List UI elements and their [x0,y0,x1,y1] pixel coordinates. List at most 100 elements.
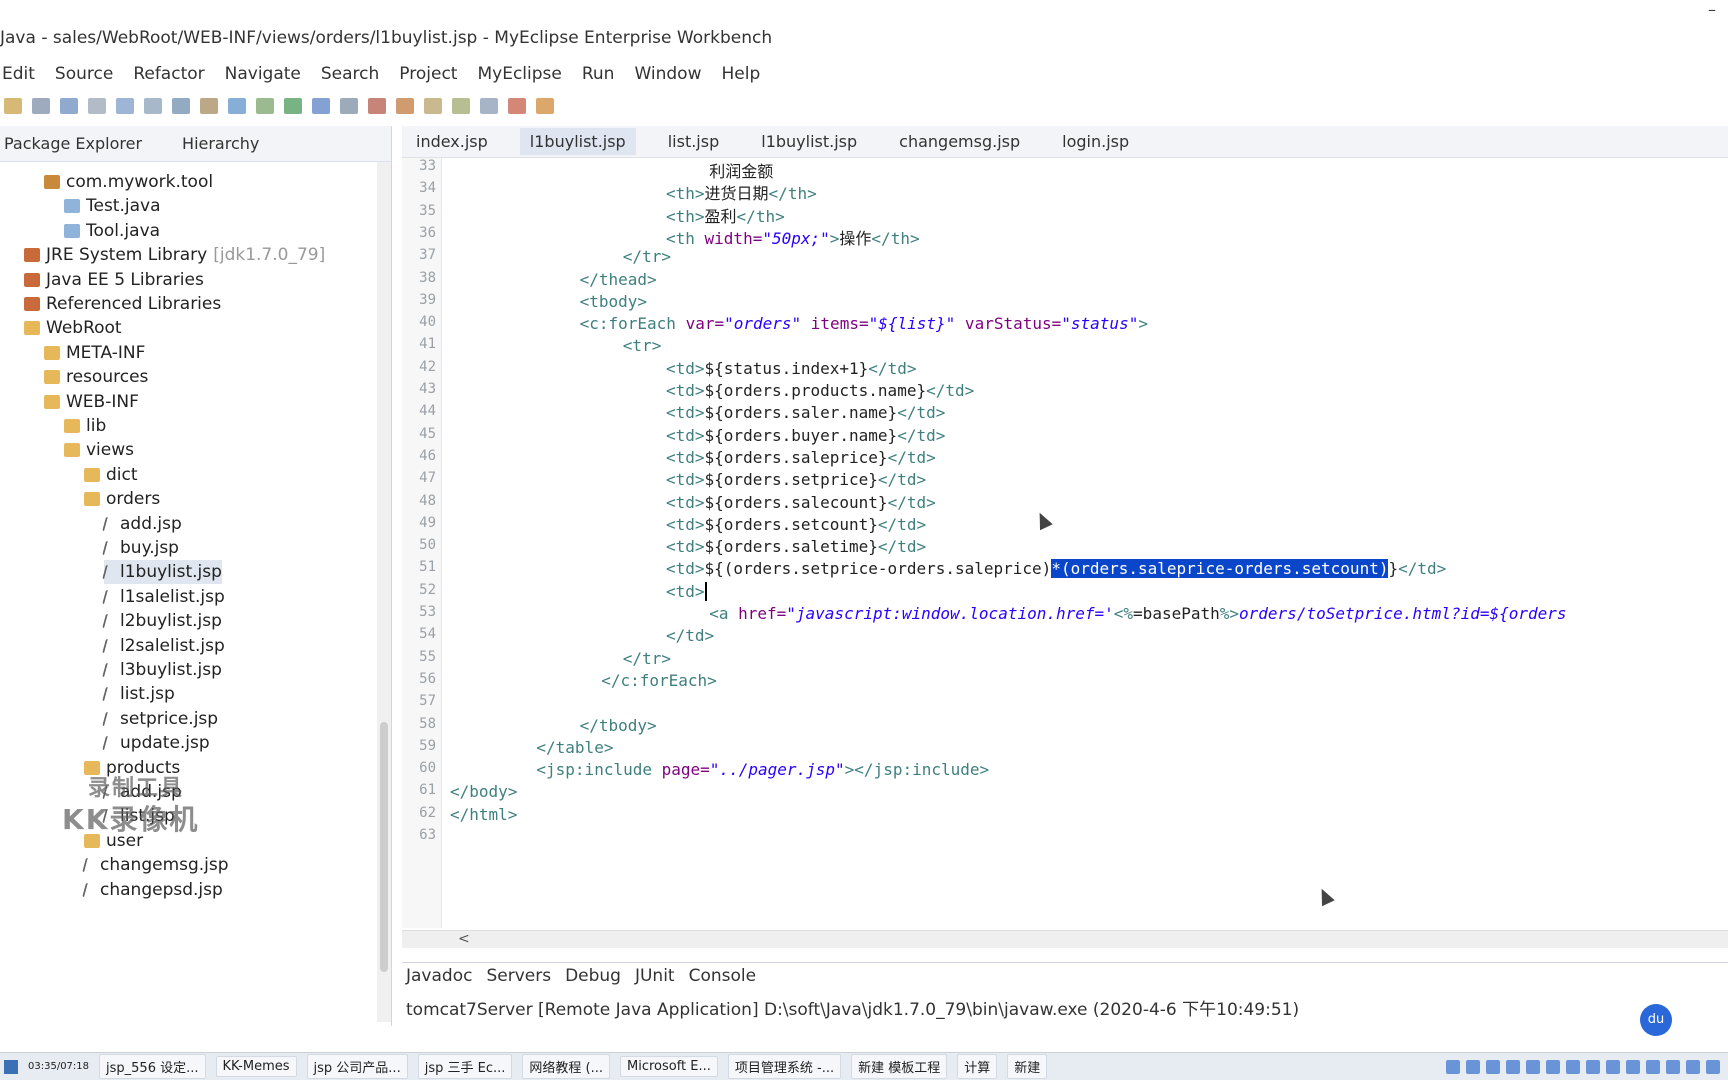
ime-indicator-icon[interactable]: du [1640,1004,1672,1036]
toolbar-button-icon[interactable] [508,98,526,114]
tray-icon[interactable] [1486,1059,1500,1074]
menu-navigate[interactable]: Navigate [225,64,301,84]
toolbar-button-icon[interactable] [228,98,246,114]
tree-item[interactable]: l2salelist.jsp [102,634,225,658]
tray-icon[interactable] [1706,1059,1720,1074]
tree-item[interactable]: orders [84,487,160,511]
tree-item[interactable]: Java EE 5 Libraries [24,268,204,292]
tray-icon[interactable] [1646,1059,1660,1074]
toolbar-button-icon[interactable] [536,98,554,114]
toolbar-button-icon[interactable] [256,98,274,114]
editor-tab[interactable]: index.jsp [406,128,498,155]
menu-refactor[interactable]: Refactor [133,64,204,84]
tree-item[interactable]: Referenced Libraries [24,292,221,316]
editor-tab[interactable]: l1buylist.jsp [751,128,867,155]
toolbar-button-icon[interactable] [4,98,22,114]
tab-servers[interactable]: Servers [486,966,551,986]
taskbar-item[interactable]: jsp 公司产品... [306,1054,408,1079]
tray-icon[interactable] [1686,1059,1700,1074]
tab-junit[interactable]: JUnit [635,966,675,986]
tree-item[interactable]: JRE System Library [jdk1.7.0_79] [24,243,325,267]
tab-console[interactable]: Console [689,966,757,986]
menu-source[interactable]: Source [55,64,113,84]
taskbar-item[interactable]: 网络教程 (... [522,1054,610,1079]
tray-icon[interactable] [1446,1059,1460,1074]
menu-run[interactable]: Run [582,64,615,84]
tray-icon[interactable] [1626,1059,1640,1074]
code-area[interactable]: 33 利润金额 34 <th>进货日期</th> 35 <th>盈利</th> 36 <th … [402,158,1728,928]
tree-vertical-scrollbar[interactable] [377,162,391,1022]
tab-package-explorer[interactable]: Package Explorer [4,134,142,153]
tray-icon[interactable] [1466,1059,1480,1074]
tree-item[interactable]: setprice.jsp [102,707,218,731]
tree-item[interactable]: list.jsp [102,682,175,706]
tree-item[interactable]: WebRoot [24,316,122,340]
toolbar-button-icon[interactable] [424,98,442,114]
taskbar-item[interactable]: KK-Memes [215,1056,297,1077]
taskbar-item[interactable]: jsp 三手 Ec... [417,1054,513,1079]
tree-item[interactable]: l3buylist.jsp [102,658,222,682]
tab-hierarchy[interactable]: Hierarchy [182,134,259,153]
tray-icon[interactable] [1546,1059,1560,1074]
toolbar-button-icon[interactable] [368,98,386,114]
taskbar-item[interactable]: Microsoft E... [619,1056,718,1077]
tree-item[interactable]: lib [64,414,106,438]
toolbar-button-icon[interactable] [200,98,218,114]
tree-item[interactable]: changepsd.jsp [82,878,223,902]
menu-help[interactable]: Help [721,64,760,84]
tree-item[interactable]: META-INF [44,341,145,365]
toolbar-button-icon[interactable] [116,98,134,114]
tree-item[interactable]: views [64,438,134,462]
editor-tab[interactable]: login.jsp [1052,128,1139,155]
toolbar-button-icon[interactable] [284,98,302,114]
tree-item[interactable]: WEB-INF [44,390,139,414]
minimize-button[interactable]: – [1708,0,1716,19]
start-button[interactable] [4,1059,18,1074]
tree-item[interactable]: update.jsp [102,731,210,755]
tray-icon[interactable] [1566,1059,1580,1074]
editor-tab[interactable]: l1buylist.jsp [519,128,636,155]
tray-icon[interactable] [1586,1059,1600,1074]
toolbar-button-icon[interactable] [312,98,330,114]
toolbar-button-icon[interactable] [452,98,470,114]
menu-search[interactable]: Search [321,64,379,84]
tray-icon[interactable] [1506,1059,1520,1074]
menu-edit[interactable]: Edit [2,64,35,84]
toolbar-button-icon[interactable] [144,98,162,114]
taskbar-item[interactable]: jsp_556 设定... [99,1054,206,1079]
tab-debug[interactable]: Debug [565,966,621,986]
tree-item[interactable]: buy.jsp [102,536,179,560]
menu-myeclipse[interactable]: MyEclipse [477,64,561,84]
tab-javadoc[interactable]: Javadoc [406,966,472,986]
tray-icon[interactable] [1666,1059,1680,1074]
code-editor[interactable]: index.jsp l1buylist.jsp list.jsp l1buylist.… [402,126,1728,956]
toolbar-button-icon[interactable] [480,98,498,114]
tray-icon[interactable] [1526,1059,1540,1074]
tree-item[interactable]: com.mywork.tool [44,170,213,194]
tree-item[interactable]: changemsg.jsp [82,853,229,877]
toolbar-button-icon[interactable] [396,98,414,114]
tree-item[interactable]: Tool.java [64,219,160,243]
editor-tab[interactable]: changemsg.jsp [889,128,1030,155]
tray-icon[interactable] [1606,1059,1620,1074]
toolbar-button-icon[interactable] [340,98,358,114]
taskbar-item[interactable]: 新建 [1007,1054,1048,1079]
tree-item[interactable]: dict [84,463,138,487]
tree-item[interactable]: Test.java [64,194,161,218]
tree-item[interactable]: resources [44,365,148,389]
tree-item[interactable]: l2buylist.jsp [102,609,222,633]
toolbar-button-icon[interactable] [32,98,50,114]
menu-project[interactable]: Project [399,64,457,84]
toolbar-button-icon[interactable] [60,98,78,114]
tree-item[interactable]: l1salelist.jsp [102,585,225,609]
scroll-left-icon[interactable]: < [458,931,470,947]
editor-tab[interactable]: list.jsp [658,128,730,155]
toolbar-button-icon[interactable] [172,98,190,114]
tree-item[interactable]: l1buylist.jsp [102,560,222,585]
taskbar-item[interactable]: 项目管理系统 -... [727,1054,842,1079]
toolbar-button-icon[interactable] [88,98,106,114]
taskbar-item[interactable]: 计算 [957,1054,998,1079]
editor-horizontal-scrollbar[interactable]: < [402,930,1728,948]
menu-window[interactable]: Window [634,64,701,84]
taskbar-item[interactable]: 新建 模板工程 [851,1054,948,1079]
